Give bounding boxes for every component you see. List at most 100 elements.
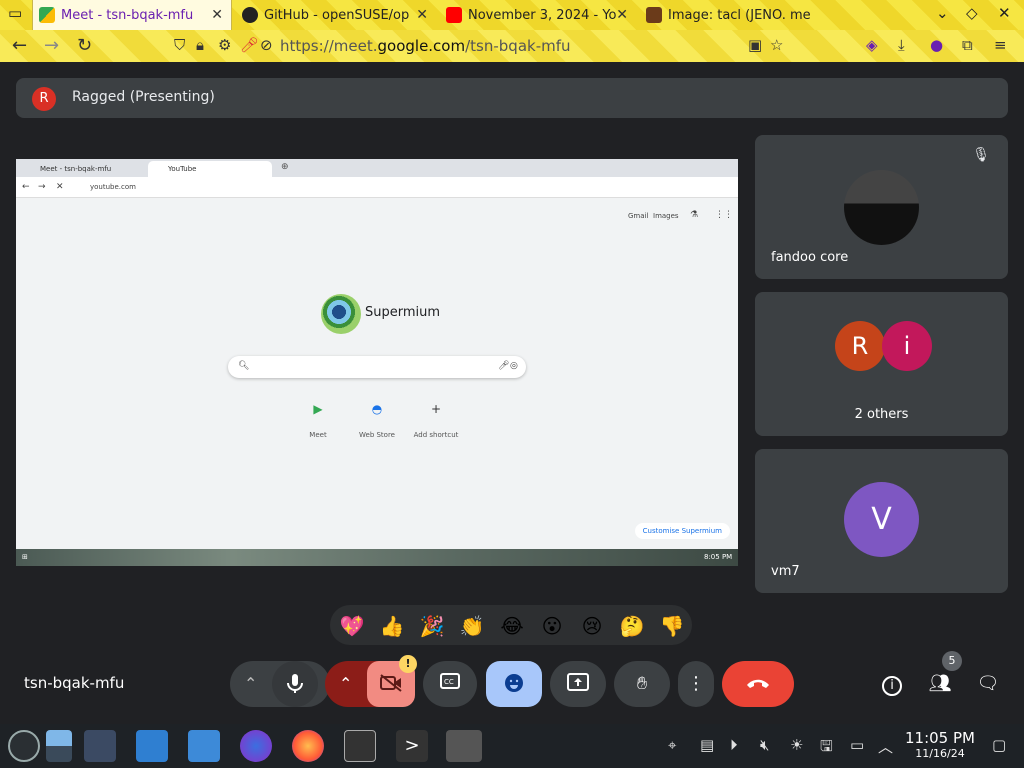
back-icon[interactable]: ← — [12, 35, 27, 56]
screen-share-icon[interactable]: ▣ — [748, 36, 762, 54]
tab-list-icon[interactable]: ▭ — [8, 4, 22, 22]
camera-blocked-icon[interactable]: ⊘ — [260, 36, 273, 54]
raise-hand-button[interactable]: ✋︎ — [614, 661, 670, 707]
shield-icon[interactable]: ⛉ — [174, 36, 185, 54]
os-taskbar: > ⌖ ▤ ⏵ 🔇︎ ☀ 🖫 ▭ ︿ 11:05 PM 11/16/24 ▢ — [0, 724, 1024, 768]
audio-options-chevron-icon[interactable]: ⌃ — [244, 661, 257, 707]
meet-stage: R Ragged (Presenting) Meet - tsn-bqak-mf… — [0, 62, 1024, 724]
chat-button[interactable]: 🗨︎ — [966, 661, 1010, 707]
web-store-icon: ◓ — [371, 402, 383, 416]
meet-favicon-icon — [39, 7, 55, 23]
clock-date: 11/16/24 — [915, 747, 965, 760]
tab-github[interactable]: GitHub - openSUSE/op ✕ — [236, 0, 436, 30]
remote-desktop-icon[interactable] — [446, 730, 482, 762]
volume-muted-icon[interactable]: 🔇︎ — [760, 736, 769, 754]
desktop-pager-icon[interactable] — [46, 730, 72, 762]
network-icon[interactable]: ⌖ — [668, 736, 676, 754]
reactions-button[interactable] — [486, 661, 542, 707]
hang-up-icon — [747, 679, 769, 688]
close-tab-icon[interactable]: ✕ — [211, 7, 223, 23]
shared-clock: 8:05 PM — [704, 553, 733, 561]
minimize-icon[interactable]: ◇ — [966, 4, 978, 22]
leave-call-button[interactable] — [722, 661, 794, 707]
apps-grid-icon: ⋮⋮ — [715, 210, 733, 220]
reaction-surprised[interactable]: 😮 — [538, 612, 566, 640]
system-clock[interactable]: 11:05 PM 11/16/24 — [900, 729, 980, 760]
tab-title: Image: tacl (JENO. me — [668, 7, 811, 23]
people-button[interactable]: 👥︎ 5 — [918, 651, 962, 707]
account-icon[interactable]: ● — [930, 36, 943, 54]
close-window-icon[interactable]: ✕ — [998, 4, 1011, 22]
browser-logo-text: Supermium — [365, 305, 441, 320]
microphone-icon[interactable]: 🎤︎ — [240, 36, 259, 54]
image-favicon-icon — [646, 7, 662, 23]
participant-name: fandoo core — [771, 250, 849, 265]
url-path: /tsn-bqak-mfu — [465, 37, 571, 55]
close-tab-icon[interactable]: ✕ — [416, 7, 428, 23]
people-icon: 👥︎ — [928, 673, 952, 694]
search-icon: 🔍︎ — [238, 361, 250, 371]
people-count-badge: 5 — [942, 651, 962, 671]
browser-toolbar: ← → ↻ ⛉ 🔒︎ ⚙ 🎤︎ ⊘ https://meet.google.co… — [0, 30, 1024, 62]
lock-icon[interactable]: 🔒︎ — [196, 36, 204, 54]
terminal-icon[interactable]: > — [396, 730, 428, 762]
participant-tile-others[interactable]: R i 2 others — [755, 292, 1008, 436]
more-options-button[interactable]: ⋮ — [678, 661, 714, 707]
lens-icon: ◎ — [510, 361, 518, 371]
close-tab-icon[interactable]: ✕ — [616, 7, 628, 23]
youtube-favicon-icon — [446, 7, 462, 23]
reload-icon[interactable]: ↻ — [77, 35, 92, 56]
tab-title: Meet - tsn-bqak-mfu — [61, 7, 194, 23]
file-manager-icon[interactable] — [188, 730, 220, 762]
system-settings-icon[interactable] — [84, 730, 116, 762]
reaction-tears-of-joy[interactable]: 😂 — [498, 612, 526, 640]
reaction-thinking[interactable]: 🤔 — [618, 612, 646, 640]
bookmark-star-icon[interactable]: ☆ — [770, 36, 783, 54]
application-launcher-icon[interactable] — [8, 730, 40, 762]
downloads-icon[interactable]: ⤓ — [898, 36, 905, 54]
display-icon[interactable]: ▭ — [850, 736, 864, 754]
shortcut-label: Add shortcut — [413, 431, 459, 439]
tab-meet[interactable]: Meet - tsn-bqak-mfu ✕ — [32, 0, 232, 30]
participant-tile-fandoo[interactable]: 🎙︎ fandoo core — [755, 135, 1008, 279]
participant-tile-vm7[interactable]: V vm7 — [755, 449, 1008, 593]
reaction-sparkling-heart[interactable]: 💖 — [338, 612, 366, 640]
microphone-button[interactable] — [272, 661, 318, 707]
reaction-party-popper[interactable]: 🎉 — [418, 612, 446, 640]
audio-control-group: ⌃ — [230, 661, 330, 707]
menu-icon[interactable]: ≡ — [994, 36, 1007, 54]
captions-button[interactable]: CC — [423, 661, 477, 707]
tab-youtube[interactable]: November 3, 2024 - Yo ✕ — [440, 0, 636, 30]
labs-icon: ⚗ — [690, 210, 699, 220]
forward-icon[interactable]: → — [44, 35, 59, 56]
reaction-thumbs-down[interactable]: 👎 — [658, 612, 686, 640]
customise-button: Customise Supermium — [634, 523, 730, 539]
present-screen-button[interactable] — [550, 661, 606, 707]
permissions-icon[interactable]: ⚙ — [218, 36, 231, 54]
pocket-icon[interactable]: ◈ — [866, 36, 878, 54]
brightness-icon[interactable]: ☀ — [790, 736, 803, 754]
meeting-details-button[interactable]: i — [870, 661, 914, 707]
show-hidden-chevron-icon[interactable]: ︿ — [878, 736, 893, 757]
reaction-clapping-hands[interactable]: 👏 — [458, 612, 486, 640]
clipboard-icon[interactable]: ▤ — [700, 736, 714, 754]
reaction-crying[interactable]: 😢 — [578, 612, 606, 640]
save-disk-icon[interactable]: 🖫 — [820, 736, 833, 761]
chevron-down-icon[interactable]: ⌄ — [936, 4, 949, 22]
firefox-icon[interactable] — [292, 730, 324, 762]
reaction-thumbs-up[interactable]: 👍 — [378, 612, 406, 640]
screenshot-tool-icon[interactable] — [344, 730, 376, 762]
shared-screen: Meet - tsn-bqak-mfu YouTube ⊕ ← → ✕ yout… — [16, 159, 738, 566]
discover-store-icon[interactable] — [136, 730, 168, 762]
tab-image[interactable]: Image: tacl (JENO. me — [640, 0, 820, 30]
video-options-chevron-icon[interactable]: ⌃ — [339, 661, 352, 707]
show-desktop-icon[interactable]: ▢ — [992, 736, 1006, 754]
avatar: i — [882, 321, 932, 371]
meeting-code: tsn-bqak-mfu — [24, 674, 125, 692]
firefox-developer-icon[interactable] — [240, 730, 272, 762]
media-player-icon[interactable]: ⏵ — [730, 736, 738, 754]
address-bar[interactable]: https://meet.google.com/tsn-bqak-mfu — [280, 37, 571, 55]
extensions-icon[interactable]: ⧉ — [962, 36, 973, 54]
browser-tab-bar: ▭ Meet - tsn-bqak-mfu ✕ GitHub - openSUS… — [0, 0, 1024, 30]
gmail-link: Gmail — [628, 212, 649, 220]
